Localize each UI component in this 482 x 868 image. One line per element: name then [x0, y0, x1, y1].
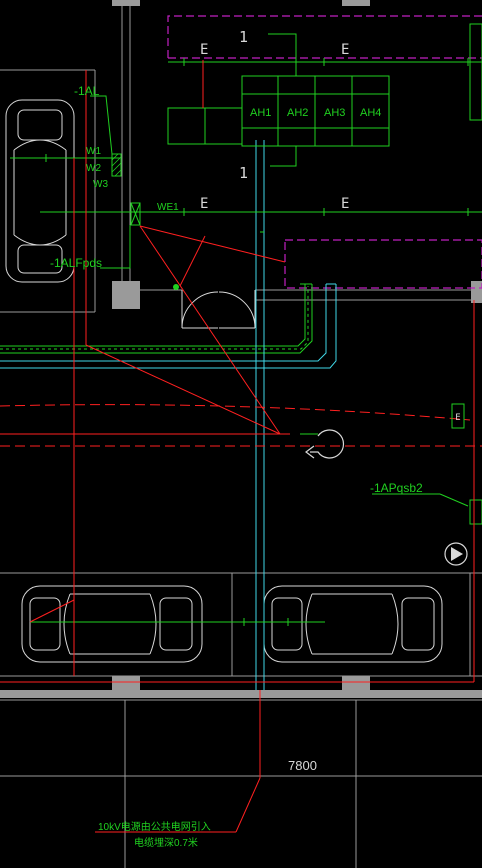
exit-sign-icon: E	[451, 403, 465, 429]
marker-e-4: E	[341, 196, 349, 212]
cabinet-ah2-label: AH2	[287, 107, 308, 119]
marker-e-1: E	[200, 42, 208, 58]
dist-box-1al-label: -1AL	[74, 84, 100, 98]
wall-outlines	[0, 6, 482, 868]
circuit-w3-label: W3	[93, 179, 108, 190]
green-circuits	[10, 23, 482, 623]
dist-box-1apqsb2-label: -1APqsb2	[370, 481, 423, 495]
cabinet-ah4-label: AH4	[360, 107, 381, 119]
cable-tray	[0, 283, 313, 354]
cyan-conduit	[0, 140, 337, 690]
circuit-we1-label: WE1	[157, 202, 179, 213]
cabinet-ah3-label: AH3	[324, 107, 345, 119]
dimension-7800: 7800	[288, 758, 317, 773]
marker-1-top: 1	[239, 28, 248, 46]
svg-text:E: E	[455, 413, 460, 423]
marker-ticks	[45, 58, 469, 626]
car-parked-left	[21, 585, 203, 663]
green-hatch	[111, 153, 122, 177]
door-symbol	[181, 290, 256, 329]
junction-dot-icon	[173, 284, 179, 290]
cabinet-ah1-label: AH1	[250, 107, 271, 119]
marker-1-bottom: 1	[239, 164, 248, 182]
dist-box-1alfpds-label: -1ALFpds	[50, 256, 102, 270]
magenta-zones	[167, 15, 482, 289]
cable-note-line1: 10kV电源由公共电网引入	[98, 820, 211, 833]
red-power-lines	[0, 60, 475, 833]
car-parked-vertical	[5, 99, 75, 283]
red-dashed-route	[0, 404, 482, 447]
marker-e-3: E	[200, 196, 208, 212]
cable-note-line2: 电缆埋深0.7米	[134, 836, 198, 849]
drawing-labels: E E E E 1 1 AH1 AH2 AH3 AH4 -1AL W1 W2 W…	[50, 28, 423, 849]
fire-pump-circle-icon	[444, 542, 468, 566]
floor-plan-svg: E E E E E 1 1 AH1 AH2 AH3 AH4 -1AL W1 W2…	[0, 0, 482, 868]
car-parked-right	[263, 585, 443, 663]
circuit-w2-label: W2	[86, 163, 101, 174]
circuit-w1-label: W1	[86, 146, 101, 157]
cad-drawing-canvas: E E E E E 1 1 AH1 AH2 AH3 AH4 -1AL W1 W2…	[0, 0, 482, 868]
marker-e-2: E	[341, 42, 349, 58]
